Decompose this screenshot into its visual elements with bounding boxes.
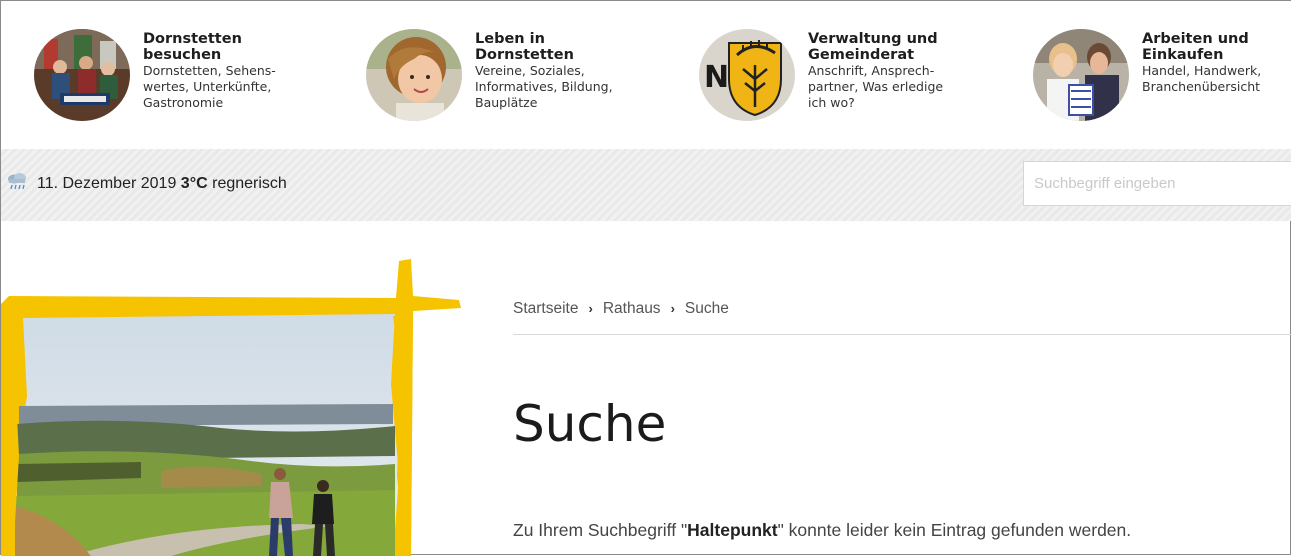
nav-title[interactable]: Dornstetten besuchen (143, 31, 343, 63)
nav-text-group: Leben in Dornstetten Vereine, Soziales, … (475, 31, 675, 111)
nav-desc-line: Branchenübersicht (1142, 79, 1261, 94)
nav-desc-line: ich wo? (808, 95, 855, 110)
nav-desc-line: partner, Was erledige (808, 79, 944, 94)
shoppers-photo (1033, 29, 1129, 121)
breadcrumb-item-rathaus[interactable]: Rathaus (603, 300, 661, 317)
weather-info: 11. Dezember 2019 3°C regnerisch (37, 175, 287, 193)
nav-thumb-verwaltung[interactable]: N (699, 29, 795, 121)
nav-thumb-arbeiten[interactable] (1033, 29, 1129, 121)
nav-title-line: Dornstetten (143, 31, 242, 47)
nav-title[interactable]: Verwaltung und Gemeinderat (808, 31, 1008, 63)
nav-thumb-dornstetten-besuchen[interactable] (34, 29, 130, 121)
nav-desc-line: Anschrift, Ansprech- (808, 63, 935, 78)
nav-description: Handel, Handwerk, Branchenübersicht (1142, 63, 1291, 95)
nav-text-group: Dornstetten besuchen Dornstetten, Sehens… (143, 31, 343, 111)
breadcrumb-separator-icon: › (670, 301, 675, 316)
main-navigation: Dornstetten besuchen Dornstetten, Sehens… (1, 1, 1291, 149)
breadcrumb: Startseite › Rathaus › Suche (513, 300, 729, 318)
hero-landscape-image (1, 259, 461, 556)
nav-description: Dornstetten, Sehens- wertes, Unterkünfte… (143, 63, 343, 111)
nav-desc-line: wertes, Unterkünfte, (143, 79, 272, 94)
nav-title-line: Dornstetten (475, 47, 574, 63)
rain-cloud-icon (8, 173, 26, 190)
message-prefix: Zu Ihrem Suchbegriff " (513, 520, 688, 540)
breadcrumb-item-startseite[interactable]: Startseite (513, 300, 578, 317)
town-festival-photo (34, 29, 130, 121)
nav-desc-line: Gastronomie (143, 95, 224, 110)
nav-title-line: besuchen (143, 47, 222, 63)
weather-date: 11. Dezember 2019 (37, 175, 177, 192)
nav-title-line: Leben in (475, 31, 545, 47)
nav-desc-line: Informatives, Bildung, (475, 79, 613, 94)
nav-title-line: Gemeinderat (808, 47, 915, 63)
nav-description: Anschrift, Ansprech- partner, Was erledi… (808, 63, 1008, 111)
weather-condition: regnerisch (212, 175, 287, 192)
nav-title-line: Einkaufen (1142, 47, 1224, 63)
breadcrumb-divider (513, 334, 1291, 335)
svg-text:N: N (704, 60, 729, 95)
page-title: Suche (513, 395, 667, 453)
info-bar: 11. Dezember 2019 3°C regnerisch (1, 149, 1291, 221)
nav-thumb-leben-in-dornstetten[interactable] (366, 29, 462, 121)
nav-text-group: Verwaltung und Gemeinderat Anschrift, An… (808, 31, 1008, 111)
search-input[interactable] (1023, 161, 1291, 206)
nav-desc-line: Vereine, Soziales, (475, 63, 585, 78)
weather-temperature: 3°C (180, 175, 208, 192)
nav-title-line: Arbeiten und (1142, 31, 1249, 47)
nav-desc-line: Bauplätze (475, 95, 538, 110)
search-result-message: Zu Ihrem Suchbegriff "Haltepunkt" konnte… (513, 520, 1131, 541)
nav-desc-line: Dornstetten, Sehens- (143, 63, 276, 78)
breadcrumb-item-current: Suche (684, 300, 729, 317)
nav-text-group: Arbeiten und Einkaufen Handel, Handwerk,… (1142, 31, 1291, 95)
message-suffix: " konnte leider kein Eintrag gefunden we… (777, 520, 1132, 540)
coat-of-arms-photo: N (699, 29, 795, 121)
breadcrumb-separator-icon: › (588, 301, 593, 316)
nav-description: Vereine, Soziales, Informatives, Bildung… (475, 63, 675, 111)
nav-title-line: Verwaltung und (808, 31, 938, 47)
nav-title[interactable]: Leben in Dornstetten (475, 31, 675, 63)
girl-portrait-photo (366, 29, 462, 121)
nav-desc-line: Handel, Handwerk, (1142, 63, 1262, 78)
nav-title[interactable]: Arbeiten und Einkaufen (1142, 31, 1291, 63)
search-term: Haltepunkt (687, 520, 778, 540)
